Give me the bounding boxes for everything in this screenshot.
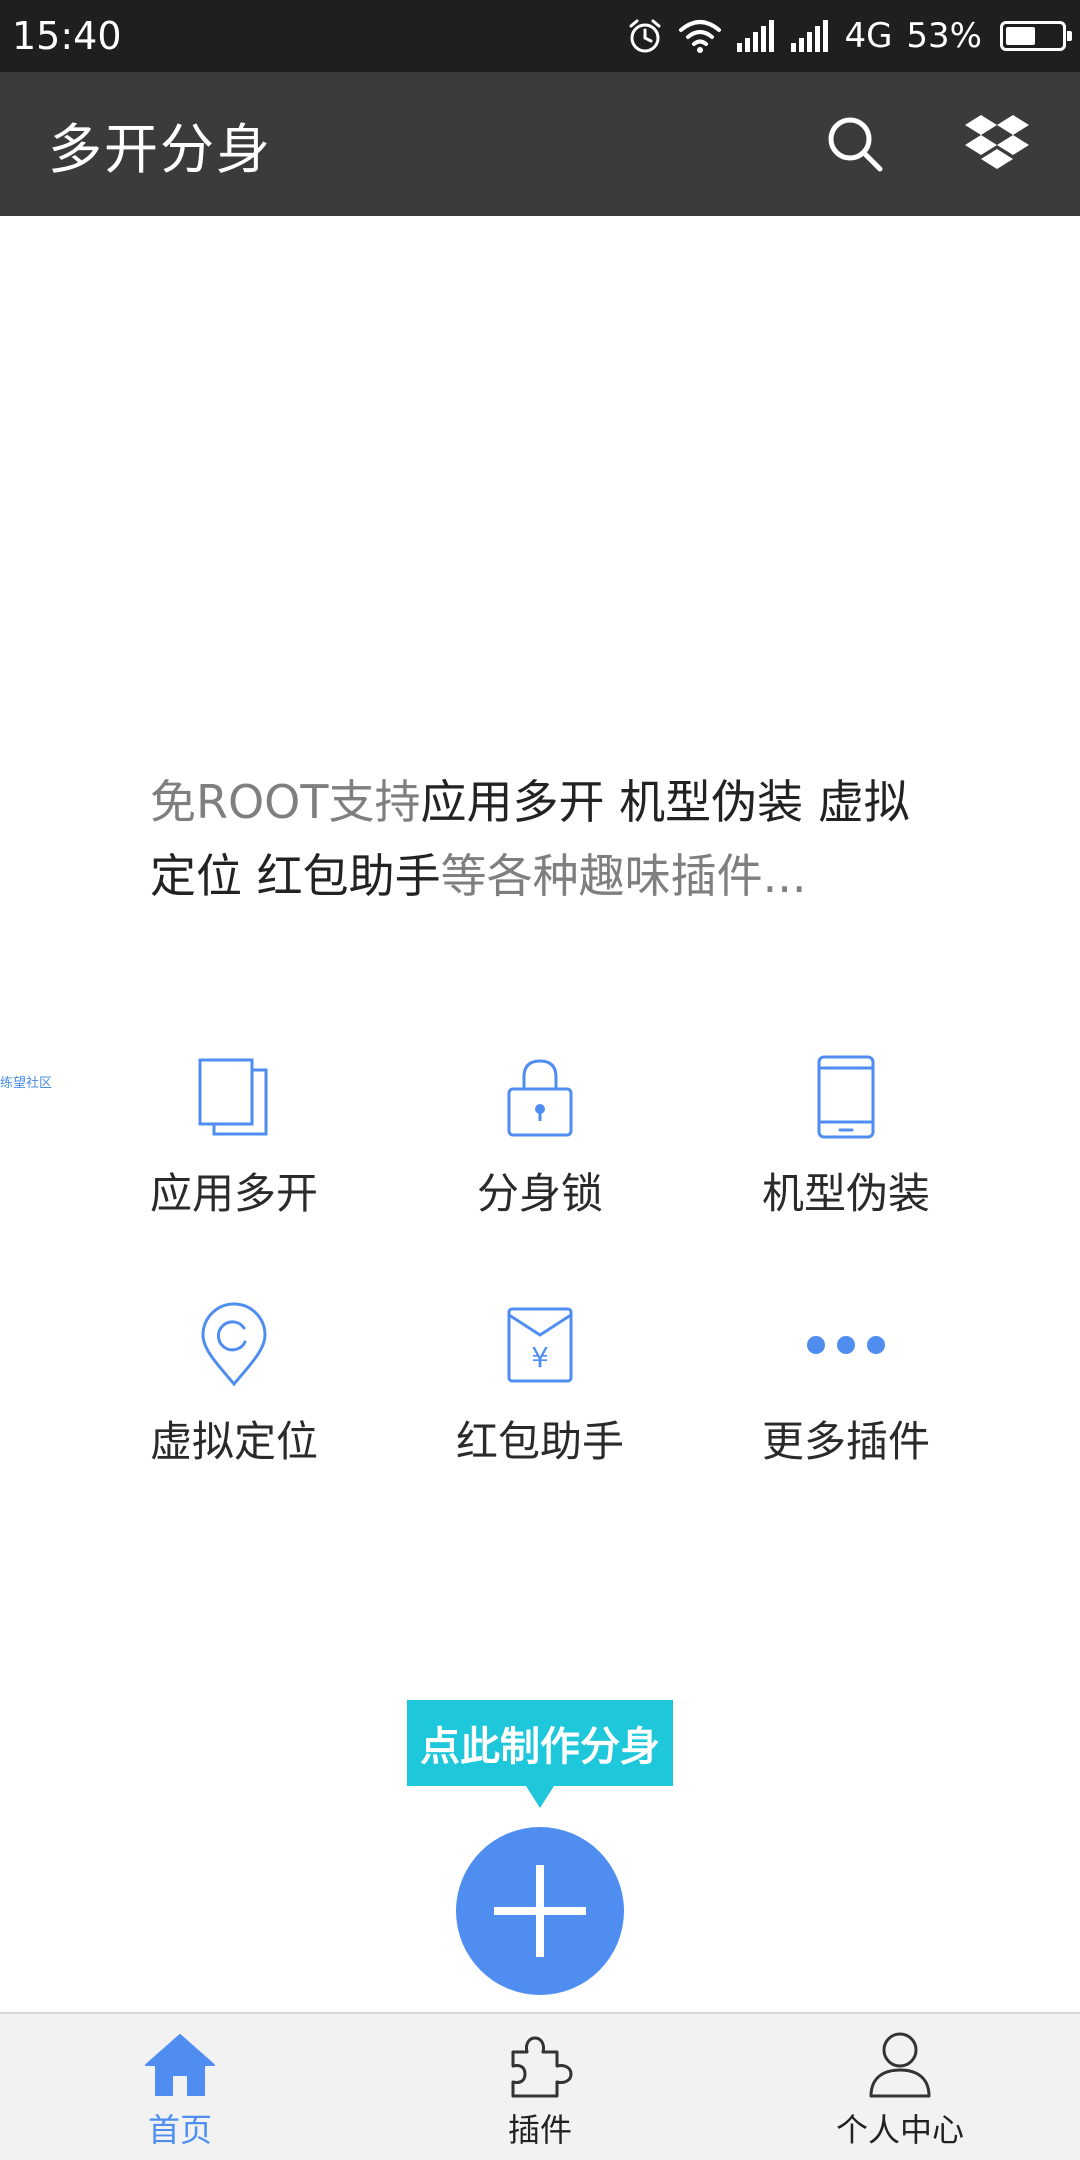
page-title: 多开分身	[48, 117, 272, 181]
status-bar: 15:40 4G 53%	[0, 0, 1080, 72]
create-clone-button[interactable]	[456, 1827, 624, 1995]
app-bar-actions	[820, 109, 1032, 179]
nav-label: 个人中心	[835, 2111, 964, 2149]
battery-icon	[1000, 21, 1072, 51]
create-clone-tooltip[interactable]: 点此制作分身	[407, 1700, 673, 1786]
app-root: 15:40 4G 53% 多开分身 免ROOT支持应用多开 机型伪装 虚拟定位 …	[0, 0, 1080, 2160]
svg-text:¥: ¥	[531, 1341, 549, 1374]
location-pin-icon	[189, 1300, 279, 1390]
battery-level	[1006, 27, 1035, 45]
nav-label: 插件	[507, 2111, 572, 2149]
plus-icon	[494, 1865, 586, 1957]
wifi-icon	[678, 18, 722, 54]
feature-virtual-location[interactable]: 虚拟定位	[84, 1300, 384, 1470]
intro-text: 免ROOT支持应用多开 机型伪装 虚拟定位 红包助手等各种趣味插件...	[150, 765, 950, 913]
status-time: 15:40	[12, 14, 122, 58]
intro-part-2: 等各种趣味插件...	[440, 849, 807, 903]
feature-label: 分身锁	[476, 1169, 603, 1218]
alarm-icon	[626, 17, 664, 55]
status-icons: 4G 53%	[626, 16, 1072, 56]
feature-label: 红包助手	[455, 1417, 624, 1466]
nav-profile[interactable]: 个人中心	[720, 2014, 1080, 2160]
side-watermark: 练望社区	[0, 1076, 53, 1091]
nav-plugins[interactable]: 插件	[360, 2014, 720, 2160]
signal-icon	[790, 19, 830, 53]
search-button[interactable]	[820, 109, 890, 179]
feature-label: 应用多开	[149, 1169, 318, 1218]
red-envelope-yuan-icon: ¥	[495, 1300, 585, 1390]
nav-home[interactable]: 首页	[0, 2014, 360, 2160]
feature-app-clone[interactable]: 应用多开	[84, 1052, 384, 1222]
dropbox-icon	[965, 115, 1029, 169]
home-icon	[140, 2029, 220, 2101]
more-dots-icon	[801, 1300, 891, 1390]
feature-label: 虚拟定位	[149, 1417, 318, 1466]
nav-label: 首页	[147, 2111, 212, 2149]
intro-part-1: 免ROOT支持	[150, 775, 421, 829]
phone-icon	[801, 1052, 891, 1142]
feature-device-disguise[interactable]: 机型伪装	[696, 1052, 996, 1222]
puzzle-icon	[500, 2029, 580, 2101]
feature-label: 更多插件	[761, 1417, 930, 1466]
feature-red-packet[interactable]: ¥ 红包助手	[390, 1300, 690, 1470]
person-icon	[860, 2029, 940, 2101]
app-bar: 多开分身	[0, 72, 1080, 216]
feature-label: 机型伪装	[761, 1169, 930, 1218]
feature-more-plugins[interactable]: 更多插件	[696, 1300, 996, 1470]
dropbox-button[interactable]	[962, 109, 1032, 179]
copy-pages-icon	[189, 1052, 279, 1142]
bottom-nav: 首页 插件 个人中心	[0, 2012, 1080, 2160]
battery-percent: 53%	[906, 16, 982, 56]
search-icon	[828, 117, 883, 172]
lock-icon	[495, 1052, 585, 1142]
tooltip-arrow	[526, 1786, 554, 1808]
signal-icon	[736, 19, 776, 53]
network-type: 4G	[844, 16, 893, 56]
feature-clone-lock[interactable]: 分身锁	[390, 1052, 690, 1222]
